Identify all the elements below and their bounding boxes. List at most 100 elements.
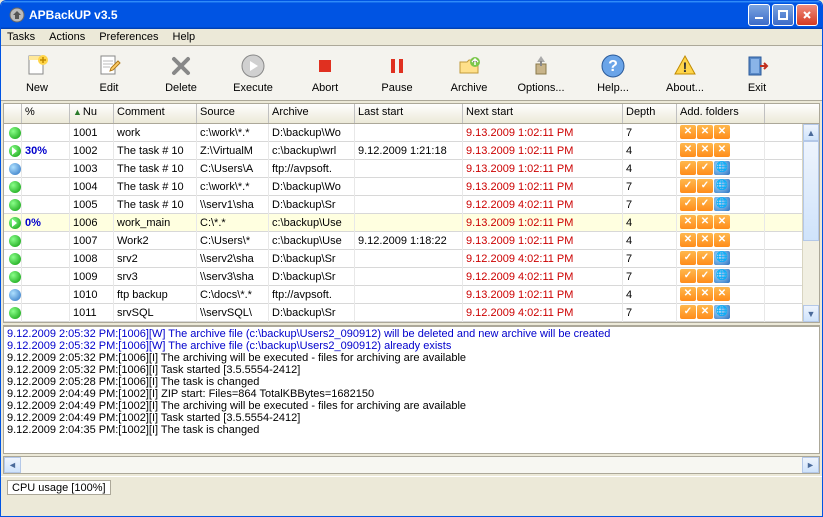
exit-icon: [743, 52, 771, 80]
col-source[interactable]: Source: [197, 104, 269, 123]
cell-next-start: 9.12.2009 4:02:11 PM: [463, 196, 623, 214]
task-grid[interactable]: % ▲Nu Comment Source Archive Last start …: [4, 104, 819, 322]
status-icon: [9, 289, 21, 301]
toolbar-edit-button[interactable]: Edit: [73, 50, 145, 96]
menu-actions[interactable]: Actions: [49, 31, 85, 43]
log-panel[interactable]: 9.12.2009 2:05:32 PM:[1006][W] The archi…: [4, 326, 819, 453]
table-row[interactable]: 1003The task # 10C:\Users\Aftp://avpsoft…: [4, 160, 819, 178]
toolbar-label: Abort: [289, 82, 361, 94]
cell-next-start: 9.12.2009 4:02:11 PM: [463, 268, 623, 286]
col-add-folders[interactable]: Add. folders: [677, 104, 765, 123]
cell-source: \\servSQL\: [197, 304, 269, 322]
cell-last-start: [355, 304, 463, 322]
log-line: 9.12.2009 2:04:35 PM:[1002][I] The task …: [7, 424, 816, 436]
percent-value: 0%: [25, 217, 41, 229]
cell-number: 1009: [70, 268, 114, 286]
maximize-button[interactable]: [772, 4, 794, 26]
menubar: Tasks Actions Preferences Help: [1, 29, 822, 46]
toolbar-help-button[interactable]: ?Help...: [577, 50, 649, 96]
add-x-icon: ✕: [697, 287, 713, 301]
col-next-start[interactable]: Next start: [463, 104, 623, 123]
scroll-thumb[interactable]: [803, 141, 819, 241]
toolbar-pause-button[interactable]: Pause: [361, 50, 433, 96]
toolbar-new-button[interactable]: New: [1, 50, 73, 96]
percent-value: 30%: [25, 145, 47, 157]
cell-number: 1005: [70, 196, 114, 214]
toolbar-label: Options...: [505, 82, 577, 94]
cell-last-start: [355, 250, 463, 268]
toolbar-options-button[interactable]: Options...: [505, 50, 577, 96]
titlebar[interactable]: APBackUP v3.5: [1, 1, 822, 29]
cell-archive: D:\backup\Sr: [269, 196, 355, 214]
menu-preferences[interactable]: Preferences: [99, 31, 158, 43]
status-icon: [9, 127, 21, 139]
log-line: 9.12.2009 2:04:49 PM:[1002][I] ZIP start…: [7, 388, 816, 400]
add-x-icon: ✕: [680, 125, 696, 139]
table-row[interactable]: 1001workc:\work\*.*D:\backup\Wo9.13.2009…: [4, 124, 819, 142]
options-icon: [527, 52, 555, 80]
menu-tasks[interactable]: Tasks: [7, 31, 35, 43]
scroll-right-icon[interactable]: ►: [802, 457, 819, 473]
col-archive[interactable]: Archive: [269, 104, 355, 123]
toolbar-about-button[interactable]: !About...: [649, 50, 721, 96]
close-button[interactable]: [796, 4, 818, 26]
svg-text:!: !: [683, 59, 688, 75]
table-row[interactable]: 1009srv3\\serv3\shaD:\backup\Sr9.12.2009…: [4, 268, 819, 286]
scroll-track[interactable]: [21, 457, 802, 473]
cell-comment: ftp backup: [114, 286, 197, 304]
cell-comment: srv3: [114, 268, 197, 286]
cell-comment: The task # 10: [114, 142, 197, 160]
scroll-up-icon[interactable]: ▲: [803, 124, 819, 141]
minimize-button[interactable]: [748, 4, 770, 26]
table-row[interactable]: 1008srv2\\serv2\shaD:\backup\Sr9.12.2009…: [4, 250, 819, 268]
archive-icon: [455, 52, 483, 80]
scroll-down-icon[interactable]: ▼: [803, 305, 819, 322]
toolbar-archive-button[interactable]: Archive: [433, 50, 505, 96]
cell-source: \\serv3\sha: [197, 268, 269, 286]
col-depth[interactable]: Depth: [623, 104, 677, 123]
col-status[interactable]: [4, 104, 22, 123]
cell-add-folders: ✕✕✕: [677, 286, 765, 304]
status-icon: [9, 199, 21, 211]
cell-add-folders: ✓✓🌐: [677, 250, 765, 268]
table-row[interactable]: 1004The task # 10c:\work\*.*D:\backup\Wo…: [4, 178, 819, 196]
add-x-icon: ✕: [697, 215, 713, 229]
col-number[interactable]: ▲Nu: [70, 104, 114, 123]
cell-number: 1011: [70, 304, 114, 322]
about-icon: !: [671, 52, 699, 80]
cell-next-start: 9.13.2009 1:02:11 PM: [463, 286, 623, 304]
status-icon: [9, 217, 21, 229]
table-row[interactable]: 1005The task # 10\\serv1\shaD:\backup\Sr…: [4, 196, 819, 214]
table-row[interactable]: 1011srvSQL\\servSQL\D:\backup\Sr9.12.200…: [4, 304, 819, 322]
col-comment[interactable]: Comment: [114, 104, 197, 123]
status-icon: [9, 235, 21, 247]
cell-add-folders: ✕✕✕: [677, 214, 765, 232]
cell-comment: The task # 10: [114, 160, 197, 178]
table-row[interactable]: 1010ftp backupC:\docs\*.*ftp://avpsoft.9…: [4, 286, 819, 304]
toolbar-delete-button[interactable]: Delete: [145, 50, 217, 96]
cell-depth: 7: [623, 268, 677, 286]
col-percent[interactable]: %: [22, 104, 70, 123]
scroll-left-icon[interactable]: ◄: [4, 457, 21, 473]
toolbar-execute-button[interactable]: Execute: [217, 50, 289, 96]
menu-help[interactable]: Help: [173, 31, 196, 43]
toolbar-label: Pause: [361, 82, 433, 94]
add-x-icon: ✕: [714, 287, 730, 301]
toolbar-exit-button[interactable]: Exit: [721, 50, 793, 96]
cell-last-start: [355, 160, 463, 178]
horizontal-scrollbar[interactable]: ◄ ►: [3, 456, 820, 474]
table-row[interactable]: 1007Work2C:\Users\*c:\backup\Use9.12.200…: [4, 232, 819, 250]
cell-depth: 7: [623, 178, 677, 196]
cell-next-start: 9.13.2009 1:02:11 PM: [463, 214, 623, 232]
cell-add-folders: ✓✓🌐: [677, 178, 765, 196]
cell-number: 1004: [70, 178, 114, 196]
table-row[interactable]: 30%1002The task # 10Z:\VirtualMc:\backup…: [4, 142, 819, 160]
log-panel-wrap: 9.12.2009 2:05:32 PM:[1006][W] The archi…: [3, 325, 820, 454]
grid-vscroll[interactable]: ▲ ▼: [802, 124, 819, 322]
cell-number: 1006: [70, 214, 114, 232]
table-row[interactable]: 0%1006work_mainC:\*.*c:\backup\Use9.13.2…: [4, 214, 819, 232]
toolbar-abort-button[interactable]: Abort: [289, 50, 361, 96]
status-cpu: CPU usage [100%]: [7, 480, 111, 495]
col-last-start[interactable]: Last start: [355, 104, 463, 123]
toolbar-label: Execute: [217, 82, 289, 94]
